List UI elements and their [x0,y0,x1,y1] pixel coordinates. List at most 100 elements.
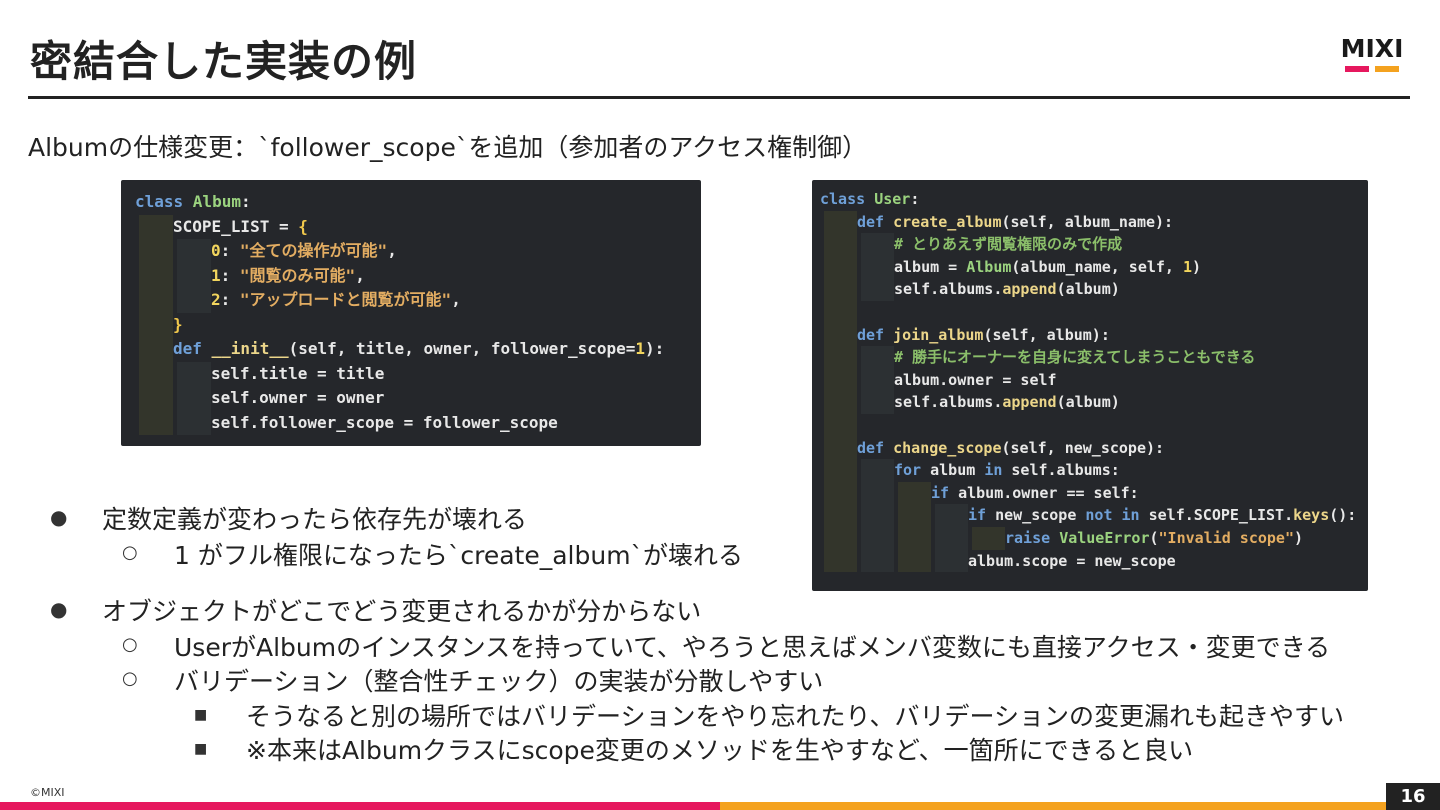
code-token: append [1002,393,1057,412]
code-text: 1: "閲覧のみ可能", [211,266,365,285]
code-line: 2: "アップロードと閲覧が可能", [135,288,701,313]
code-token: ValueError [1059,528,1150,547]
code-line: 1: "閲覧のみ可能", [135,263,701,288]
code-line: self.owner = owner [135,386,701,411]
indent-guide [824,391,857,414]
indent-guide [861,549,894,573]
code-line: for album in self.albums: [820,459,1368,482]
code-token: album [930,461,985,480]
code-text: album = Album(album_name, self, 1) [894,258,1201,276]
code-token: not in [1085,506,1149,525]
code-token: album.owner == self: [958,483,1139,502]
code-token: def [173,339,212,358]
code-token: __init__ [211,339,289,358]
code-token: album = [894,257,967,276]
code-token: "Invalid scope" [1158,528,1294,547]
code-text: for album in self.albums: [894,461,1120,479]
code-line: self.follower_scope = follower_scope [135,410,701,435]
code-text: def __init__(self, title, owner, followe… [173,339,664,358]
code-token: if [968,506,996,525]
code-token: 1 [635,339,646,358]
logo-bars [1333,66,1411,72]
indent-guide [861,368,894,392]
code-line [820,413,1368,437]
code-token: class [820,190,875,208]
code-token: ( [1149,528,1159,547]
indent-guide [898,549,931,573]
code-token: create_album [893,212,1002,231]
page-number: 16 [1386,783,1440,810]
code-text: def join_album(self, album): [857,326,1110,344]
logo-text: MIXI [1340,34,1404,63]
indent-guide [935,549,968,573]
indent-guide [861,481,894,505]
code-token: : [240,192,251,211]
bullet-marker: ● [50,597,68,621]
bullet-marker: ■ [194,741,208,757]
code-token: 1 [1183,257,1193,276]
code-token: { [298,216,308,236]
indent-guide [824,300,857,324]
code-line: album.scope = new_scope [820,549,1368,573]
code-token: self.follower_scope = follower_scope [211,412,558,432]
code-token: (album) [1056,393,1120,412]
mixi-logo: MIXI [1333,34,1411,73]
code-token: append [1002,280,1057,299]
code-token: : [220,241,240,260]
code-line: 0: "全ての操作が可能", [135,239,701,264]
indent-guide [898,481,931,505]
code-token: new_scope [995,506,1086,525]
code-line: raise ValueError("Invalid scope") [820,526,1368,550]
footer-bar-orange [720,802,1386,810]
indent-guide [824,459,857,482]
code-text: # 勝手にオーナーを自身に変えてしまうこともできる [894,348,1255,366]
code-text: 0: "全ての操作が可能", [211,241,397,260]
code-token: # とりあえず閲覧権限のみで作成 [894,235,1123,254]
indent-guide [177,361,211,386]
code-token: def [857,438,894,457]
indent-guide [824,549,857,573]
code-text: def create_album(self, album_name): [857,213,1173,231]
bullet-marker: ○ [122,668,138,689]
code-token: "閲覧のみ可能" [239,265,356,285]
code-text: # とりあえず閲覧権限のみで作成 [894,235,1122,253]
code-line [820,300,1368,324]
code-token: class [135,192,193,211]
code-line: class Album: [135,190,701,215]
indent-guide [861,504,894,527]
indent-guide [824,368,857,392]
code-text: raise ValueError("Invalid scope") [1005,529,1303,547]
code-token: ) [1192,257,1202,276]
code-token: keys [1293,506,1330,525]
code-text: if new_scope not in self.SCOPE_LIST.keys… [968,506,1356,524]
code-token: change_scope [893,438,1002,457]
code-token: self.albums. [894,280,1003,299]
indent-guide [861,233,894,256]
code-token: album.owner = self [894,370,1057,389]
bullet-text: バリデーション（整合性チェック）の実装が分散しやすい [174,667,824,696]
code-token: (self, new_scope): [1001,438,1165,457]
bullet-text: UserがAlbumのインスタンスを持っていて、やろうと思えばメンバ変数にも直接… [174,633,1331,662]
code-token: (album) [1056,280,1120,299]
bullet-text: ※本来はAlbumクラスにscope変更のメソッドを生やすなど、一箇所にできると… [246,736,1194,765]
indent-guide [139,410,173,435]
indent-guide [824,255,857,279]
code-token: , [387,241,397,260]
code-token: self.owner = owner [211,388,385,407]
bullet-text: オブジェクトがどこでどう変更されるかが分からない [102,597,702,626]
indent-guide [824,233,857,256]
code-text: self.albums.append(album) [894,393,1120,411]
code-token: "アップロードと閲覧が可能" [239,290,452,309]
code-token: raise [1005,528,1060,547]
code-token: Album [966,257,1012,276]
indent-guide [824,413,857,437]
indent-guide [898,526,931,550]
code-token: (album_name, self, [1011,257,1183,276]
logo-bar-pink [1345,66,1369,72]
indent-guide [861,526,894,550]
code-line: def join_album(self, album): [820,323,1368,347]
bullet-marker: ○ [122,542,138,563]
code-token: SCOPE_LIST = [173,216,299,236]
code-line: if album.owner == self: [820,481,1368,505]
code-text: def change_scope(self, new_scope): [857,439,1164,457]
